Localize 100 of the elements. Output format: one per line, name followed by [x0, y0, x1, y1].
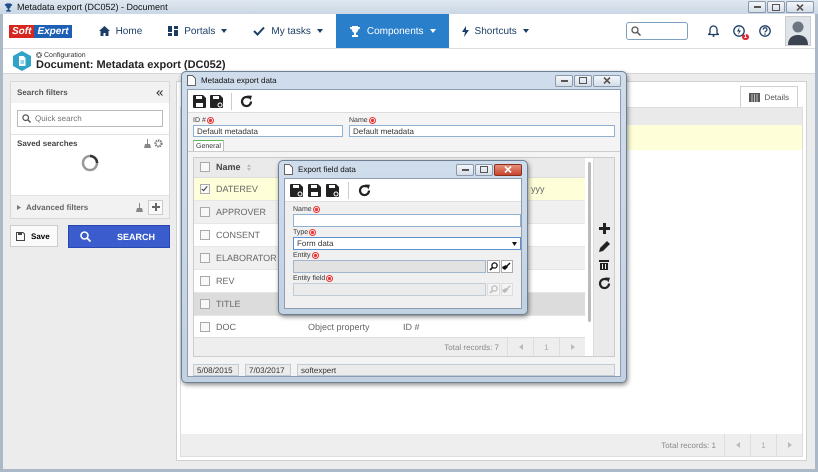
document-icon — [284, 164, 293, 175]
type-dropdown[interactable]: Form data — [293, 237, 521, 250]
name-field[interactable]: Default metadata — [349, 125, 615, 137]
maximize-icon — [480, 166, 488, 173]
checkbox[interactable] — [200, 252, 210, 263]
table-cell: APPROVER — [216, 206, 266, 217]
search-icon — [80, 231, 91, 242]
grid-icon — [168, 26, 178, 36]
close-button[interactable] — [494, 164, 522, 176]
checkbox[interactable] — [200, 184, 210, 194]
table-cell: ID # — [403, 322, 420, 332]
lookup-field[interactable] — [293, 260, 486, 273]
left-arrow-icon — [736, 442, 740, 448]
read-only-field: 5/08/2015 — [193, 364, 239, 376]
maximize-button[interactable] — [574, 74, 592, 86]
trophy-icon — [348, 26, 361, 36]
search-icon — [488, 262, 498, 271]
document-icon — [187, 75, 196, 86]
checkbox[interactable] — [200, 322, 210, 332]
read-only-field: 7/03/2017 — [245, 364, 291, 376]
loading-spinner — [81, 154, 99, 172]
home-icon — [98, 26, 110, 36]
column-header[interactable]: Name — [216, 162, 241, 172]
nav-menu-item[interactable]: Portals — [155, 14, 240, 48]
dialog-title: Metadata export data — [201, 76, 278, 85]
checkbox[interactable] — [200, 230, 210, 240]
minimize-icon — [560, 80, 568, 82]
table-cell: TITLE — [216, 298, 241, 309]
section-label: Saved searches — [17, 139, 78, 148]
pencil-icon[interactable] — [598, 241, 610, 252]
nav-menu-item[interactable]: Shortcuts — [448, 14, 542, 48]
collapse-icon[interactable] — [156, 90, 163, 96]
plus-icon — [152, 203, 160, 211]
maximize-button[interactable] — [475, 164, 493, 176]
close-icon — [796, 4, 804, 10]
help-icon[interactable] — [759, 25, 771, 37]
window-title: Metadata export (DC052) - Document — [17, 2, 169, 12]
id-field[interactable]: Default metadata — [193, 125, 343, 137]
minimize-button[interactable] — [748, 1, 766, 13]
close-icon — [504, 166, 512, 173]
search-button[interactable]: SEARCH — [68, 225, 170, 248]
check-icon — [253, 26, 266, 36]
save-icon[interactable] — [308, 184, 321, 196]
save-icon — [16, 232, 25, 240]
close-button[interactable] — [786, 1, 814, 13]
right-arrow-icon — [570, 344, 574, 350]
minimize-button[interactable] — [555, 74, 573, 86]
save-button[interactable]: Save — [10, 225, 58, 247]
refresh-icon[interactable] — [358, 184, 371, 196]
maximize-icon — [772, 4, 780, 10]
settings-icon[interactable] — [154, 139, 163, 148]
refresh-icon[interactable] — [240, 94, 253, 108]
save-new-icon[interactable] — [290, 184, 303, 196]
name-field[interactable] — [293, 214, 521, 227]
trophy-icon — [4, 2, 13, 12]
save-icon[interactable] — [193, 94, 206, 108]
maximize-button[interactable] — [767, 1, 785, 13]
search-icon — [488, 285, 498, 294]
table-cell: DATEREV — [216, 184, 258, 194]
table-cell: DOC — [216, 322, 236, 332]
avatar[interactable] — [785, 16, 811, 46]
record-count: Total records: 1 — [661, 440, 717, 450]
search-button[interactable] — [487, 260, 500, 273]
table-cell: Object property — [308, 322, 370, 332]
minimize-icon — [462, 168, 468, 170]
details-tab[interactable]: Details — [740, 86, 798, 107]
maximize-icon — [579, 77, 587, 84]
search-field[interactable] — [626, 22, 688, 40]
table-cell: ELABORATOR — [216, 252, 277, 263]
quick-search-field[interactable]: Quick search — [17, 110, 163, 127]
trash-icon[interactable] — [599, 259, 609, 270]
nav-menu-item[interactable]: Home — [86, 14, 156, 48]
logo[interactable]: Soft Expert — [3, 14, 86, 48]
add-button[interactable] — [148, 200, 163, 214]
minimize-icon — [754, 6, 760, 8]
nav-menu-item[interactable]: Components — [336, 14, 449, 48]
clear-button[interactable] — [500, 260, 513, 273]
refresh-icon[interactable] — [598, 277, 610, 290]
scrollbar[interactable] — [588, 162, 590, 322]
search-icon — [22, 114, 31, 123]
table-cell: CONSENT — [216, 230, 260, 240]
broom-icon[interactable] — [144, 139, 151, 148]
close-icon — [603, 77, 611, 84]
close-button[interactable] — [593, 74, 621, 86]
record-count: Total records: 7 — [444, 342, 500, 352]
panel-title: Search filters — [17, 88, 68, 97]
lightning-icon[interactable] — [733, 25, 745, 37]
add-icon[interactable] — [598, 223, 610, 234]
caret-right-icon[interactable] — [17, 204, 21, 210]
gear-icon — [36, 52, 42, 58]
checkbox[interactable] — [200, 276, 210, 286]
checkbox[interactable] — [200, 206, 210, 217]
save-close-icon[interactable] — [210, 94, 223, 108]
minimize-button[interactable] — [456, 164, 474, 176]
nav-menu-item[interactable]: My tasks — [240, 14, 336, 48]
bell-icon[interactable] — [708, 25, 719, 37]
checkbox[interactable] — [200, 298, 210, 309]
checkbox[interactable] — [200, 162, 210, 172]
broom-icon[interactable] — [136, 202, 143, 212]
save-close-icon[interactable] — [326, 184, 339, 196]
